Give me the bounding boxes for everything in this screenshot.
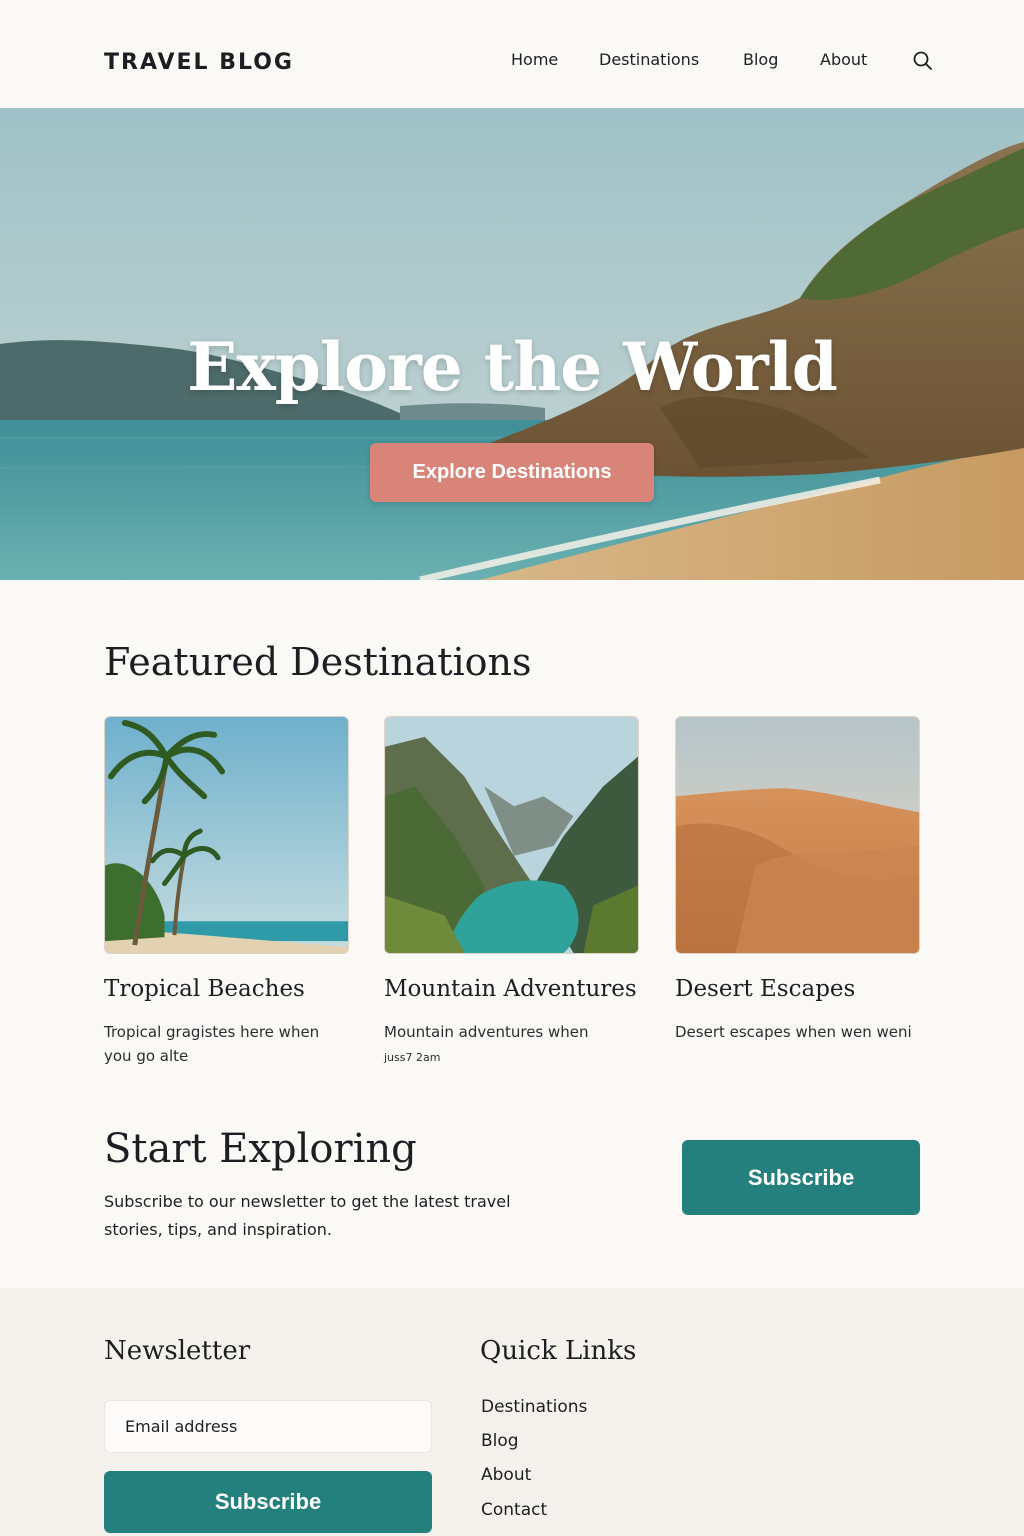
card-description-line: Mountain adventures when xyxy=(384,1023,589,1041)
subscribe-button[interactable]: Subscribe xyxy=(682,1140,920,1215)
featured-destinations-title: Featured Destinations xyxy=(104,640,532,684)
site-logo[interactable]: TRAVEL BLOG xyxy=(104,50,294,75)
card-title[interactable]: Tropical Beaches xyxy=(104,976,305,1002)
card-description: Tropical gragistes here when you go alte xyxy=(104,1023,320,1065)
card-description: Desert escapes when wen weni xyxy=(675,1023,912,1041)
nav-blog-link[interactable]: Blog xyxy=(743,50,778,69)
site-header: TRAVEL BLOG Home Destinations Blog About xyxy=(0,0,1024,109)
quick-link-about[interactable]: About xyxy=(481,1465,531,1485)
newsletter-subscribe-button[interactable]: Subscribe xyxy=(104,1471,432,1533)
search-icon[interactable] xyxy=(912,50,934,72)
palm-beach-image[interactable] xyxy=(104,716,349,954)
desert-dunes-image[interactable] xyxy=(675,716,920,954)
card-description-line-2: juss7 2am xyxy=(384,1051,441,1064)
card-title[interactable]: Mountain Adventures xyxy=(384,976,637,1002)
quick-link-blog[interactable]: Blog xyxy=(481,1431,519,1451)
start-exploring-title: Start Exploring xyxy=(104,1126,417,1172)
quick-link-destinations[interactable]: Destinations xyxy=(481,1397,587,1417)
start-exploring-text: Subscribe to our newsletter to get the l… xyxy=(104,1192,511,1239)
quick-link-contact[interactable]: Contact xyxy=(481,1500,547,1520)
nav-home-link[interactable]: Home xyxy=(511,50,558,69)
hero-title: Explore the World xyxy=(187,328,838,406)
mountain-lake-image[interactable] xyxy=(384,716,639,954)
card-title[interactable]: Desert Escapes xyxy=(675,976,855,1002)
quick-links-title: Quick Links xyxy=(480,1336,637,1366)
explore-destinations-button[interactable]: Explore Destinations xyxy=(370,443,654,502)
destination-card-tropical[interactable]: Tropical Beaches Tropical gragistes here… xyxy=(104,716,349,1065)
destination-card-mountain[interactable]: Mountain Adventures Mountain adventures … xyxy=(384,716,639,1064)
hero-section: Explore the World Explore Destinations xyxy=(0,108,1024,580)
email-field[interactable] xyxy=(104,1400,432,1453)
card-description: Mountain adventures when juss7 2am xyxy=(384,1020,624,1070)
destination-card-desert[interactable]: Desert Escapes Desert escapes when wen w… xyxy=(675,716,920,1041)
newsletter-title: Newsletter xyxy=(104,1336,251,1366)
nav-destinations-link[interactable]: Destinations xyxy=(599,50,699,69)
nav-about-link[interactable]: About xyxy=(820,50,867,69)
